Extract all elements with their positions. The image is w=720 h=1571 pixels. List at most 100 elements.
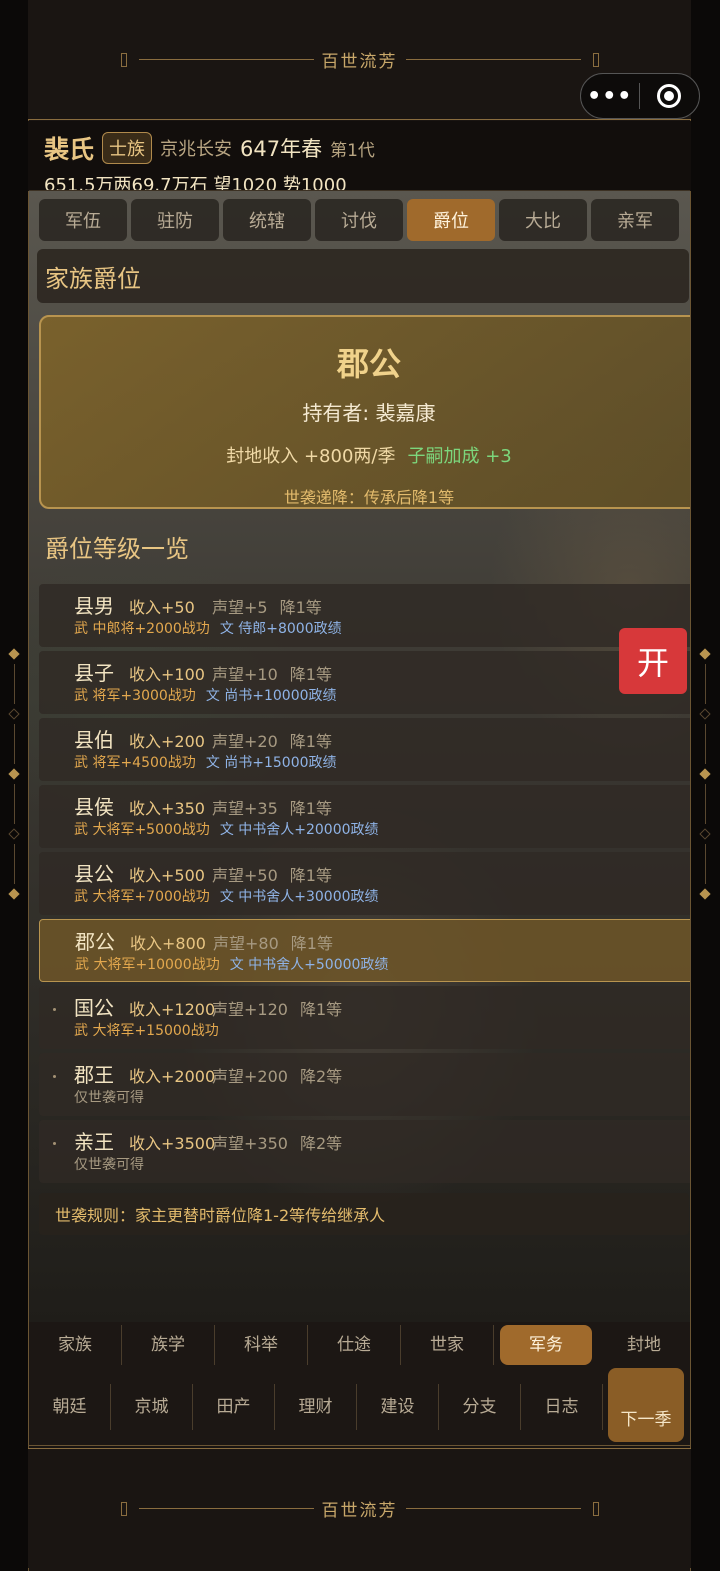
current-rank-card: 郡公 持有者: 裴嘉康 封地收入 +800两/季 子嗣加成 +3 世袭递降：传承后… (39, 315, 690, 509)
miniprogram-capsule: ••• (580, 73, 700, 119)
tab-guards[interactable]: 亲军 (591, 199, 679, 241)
tab-tournament[interactable]: 大比 (499, 199, 587, 241)
nav-log[interactable]: 日志 (521, 1383, 603, 1430)
rank-income: 收入+200 (129, 732, 205, 751)
nav-court[interactable]: 朝廷 (29, 1383, 111, 1430)
rank-drop: 降2等 (299, 1134, 343, 1153)
rank-income: 收入+100 (129, 665, 205, 684)
military-requirement: 武 大将军+10000战功 (75, 957, 220, 973)
banner-ornament (405, 53, 599, 67)
family-name: 裴氏 (44, 135, 95, 164)
rank-drop: 降1等 (299, 1000, 343, 1019)
rank-name: 县公 (74, 862, 114, 886)
rank-prestige: 声望+80 (213, 934, 279, 953)
nav-exam[interactable]: 科举 (215, 1325, 308, 1365)
civil-requirement: 文 中书舍人+30000政绩 (219, 889, 379, 905)
open-button[interactable]: 开 (619, 628, 687, 694)
main-content: 军伍 驻防 统辖 讨伐 爵位 大比 亲军 家族爵位 郡公 持有者: 裴嘉康 封地… (29, 190, 690, 1322)
nav-branches[interactable]: 分支 (439, 1383, 521, 1430)
class-badge: 士族 (102, 132, 153, 164)
military-requirement: 武 将军+3000战功 (74, 688, 196, 704)
nav-clan-school[interactable]: 族学 (122, 1325, 215, 1365)
rank-income: 收入+800 (130, 934, 206, 953)
close-miniprogram-icon[interactable] (640, 84, 700, 108)
civil-requirement: 文 尚书+15000政绩 (205, 755, 337, 771)
family-rank-heading: 家族爵位 (37, 249, 689, 303)
rank-prestige: 声望+5 (212, 598, 268, 617)
civil-requirement: 文 中书舍人+20000政绩 (219, 822, 379, 838)
banner-ornament (120, 53, 314, 67)
rank-name: 县子 (74, 661, 114, 685)
side-ornament (699, 648, 711, 900)
bullet-dot (53, 1075, 56, 1078)
heir-bonus: 子嗣加成 +3 (407, 446, 512, 467)
tab-campaign[interactable]: 讨伐 (315, 199, 403, 241)
tab-garrison[interactable]: 驻防 (131, 199, 219, 241)
next-season-button[interactable]: 下一季 (608, 1368, 684, 1442)
rank-row: 县伯 收入+200 声望+20 降1等武 将军+4500战功文 尚书+15000政绩 (39, 718, 690, 781)
rank-prestige: 声望+10 (212, 665, 278, 684)
rank-name: 县男 (74, 594, 114, 618)
bullet-dot (53, 1008, 56, 1011)
civil-requirement: 文 中书舍人+50000政绩 (229, 957, 389, 973)
main-nav-row1: 家族 族学 科举 仕途 世家 军务 封地 (29, 1322, 690, 1368)
rank-drop: 降1等 (289, 665, 332, 684)
family-header: 裴氏 士族 京兆长安 647年春 第1代 651.5万两69.7万石 望1020… (28, 121, 691, 196)
rank-prestige: 声望+200 (212, 1067, 288, 1086)
rank-income: 收入+3500 (129, 1134, 216, 1153)
banner-ornament (405, 1502, 599, 1516)
rank-prestige: 声望+120 (212, 1000, 288, 1019)
civil-requirement: 文 尚书+10000政绩 (205, 688, 337, 704)
rank-name: 郡王 (74, 1063, 114, 1087)
rank-row: 县公 收入+500 声望+50 降1等武 大将军+7000战功文 中书舍人+30000… (39, 852, 690, 915)
location: 京兆长安 (160, 139, 233, 160)
rank-income: 收入+500 (129, 866, 205, 885)
military-requirement: 武 中郎将+2000战功 (74, 621, 210, 637)
military-requirement: 武 将军+4500战功 (74, 755, 196, 771)
rank-row: 县侯 收入+350 声望+35 降1等武 大将军+5000战功文 中书舍人+20000… (39, 785, 690, 848)
rank-drop: 降1等 (289, 799, 332, 818)
rank-row: 县子 收入+100 声望+10 降1等武 将军+3000战功文 尚书+10000政绩 (39, 651, 690, 714)
rank-list: 县男 收入+50 声望+5 降1等武 中郎将+2000战功文 侍郎+8000政绩 县子收… (39, 584, 690, 1187)
rank-row: 县男 收入+50 声望+5 降1等武 中郎将+2000战功文 侍郎+8000政绩 (39, 584, 690, 647)
rank-row: 国公 收入+1200 声望+120 降1等武 大将军+15000战功 (39, 986, 690, 1049)
rank-note: 仅世袭可得 (74, 1090, 144, 1106)
rank-income: 收入+1200 (129, 1000, 216, 1019)
banner-title: 百世流芳 (321, 52, 398, 72)
rank-drop: 降1等 (279, 598, 322, 617)
fief-income: 封地收入 +800两/季 (226, 446, 396, 467)
nav-estate[interactable]: 田产 (193, 1383, 275, 1430)
rank-drop: 降2等 (299, 1067, 343, 1086)
rank-row: 亲王 收入+3500 声望+350 降2等 仅世袭可得 (39, 1120, 690, 1183)
nav-capital[interactable]: 京城 (111, 1383, 193, 1430)
banner-title: 百世流芳 (321, 1501, 398, 1521)
bullet-dot (53, 1142, 56, 1145)
tab-army[interactable]: 军伍 (39, 199, 127, 241)
military-tabs: 军伍 驻防 统辖 讨伐 爵位 大比 亲军 (39, 199, 679, 241)
more-icon[interactable]: ••• (581, 84, 639, 109)
inherit-rule: 世袭递降：传承后降1等 (283, 488, 455, 507)
nav-family[interactable]: 家族 (29, 1325, 122, 1365)
nav-career[interactable]: 仕途 (308, 1325, 401, 1365)
nav-fief[interactable]: 封地 (598, 1325, 690, 1365)
rank-income: 收入+50 (129, 598, 195, 617)
military-requirement: 武 大将军+15000战功 (74, 1023, 219, 1039)
rank-name: 国公 (74, 996, 114, 1020)
generation: 第1代 (330, 140, 375, 161)
tab-nobility[interactable]: 爵位 (407, 199, 495, 241)
nav-noble-houses[interactable]: 世家 (401, 1325, 494, 1365)
bottom-banner: 百世流芳 (28, 1448, 691, 1568)
rank-drop: 降1等 (289, 866, 332, 885)
civil-requirement: 文 侍郎+8000政绩 (219, 621, 342, 637)
rank-prestige: 声望+20 (212, 732, 278, 751)
rank-prestige: 声望+350 (212, 1134, 288, 1153)
rank-list-heading: 爵位等级一览 (45, 535, 189, 563)
rank-name: 郡公 (75, 930, 115, 954)
nav-finance[interactable]: 理财 (275, 1383, 357, 1430)
nav-construction[interactable]: 建设 (357, 1383, 439, 1430)
rank-row: 郡公 收入+800 声望+80 降1等武 大将军+10000战功文 中书舍人+5000… (39, 919, 690, 982)
rank-row: 郡王 收入+2000 声望+200 降2等仅世袭可得 (39, 1053, 690, 1116)
nav-military[interactable]: 军务 (500, 1325, 592, 1365)
rank-income: 收入+2000 (129, 1067, 216, 1086)
tab-command[interactable]: 统辖 (223, 199, 311, 241)
